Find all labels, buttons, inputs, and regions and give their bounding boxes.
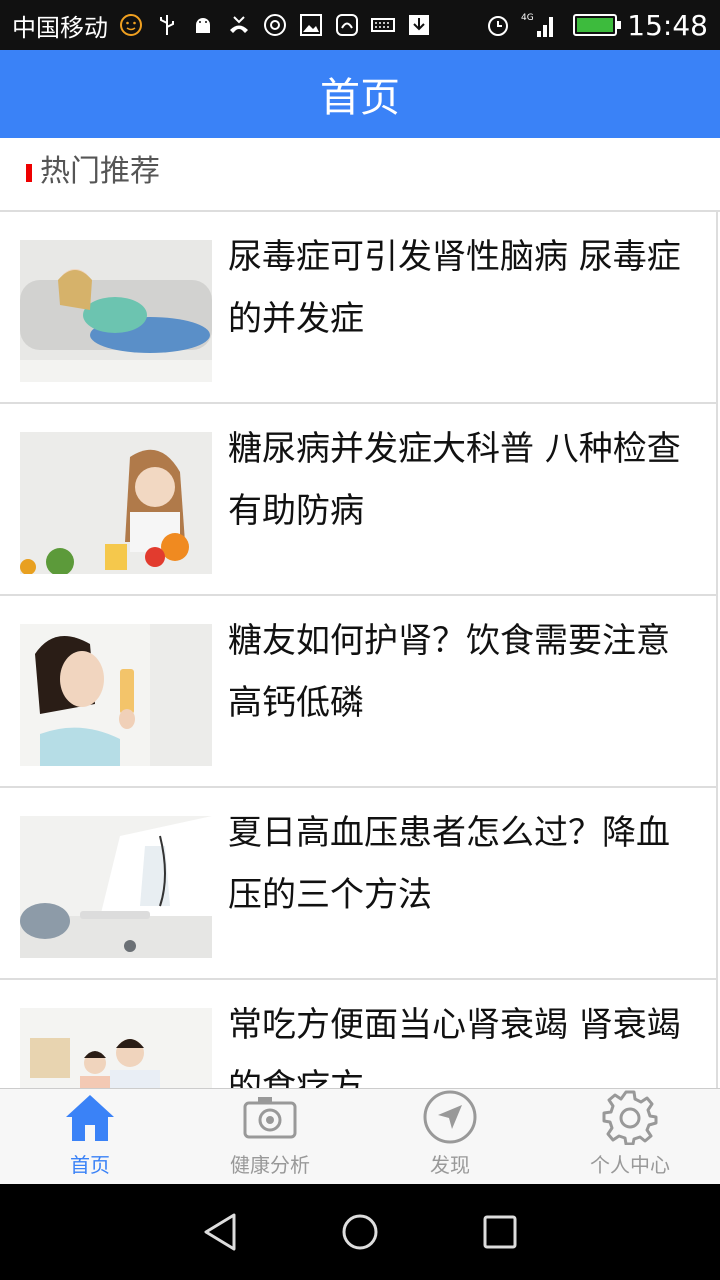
tab-label: 发现: [430, 1153, 470, 1177]
home-button[interactable]: [336, 1208, 384, 1256]
camera-icon: [243, 1097, 297, 1139]
tab-label: 健康分析: [230, 1153, 310, 1177]
tab-profile[interactable]: 个人中心: [540, 1089, 720, 1184]
list-item[interactable]: 尿毒症可引发肾性脑病 尿毒症的并发症: [0, 212, 718, 404]
gear-icon: [602, 1090, 658, 1145]
tab-label: 首页: [70, 1153, 110, 1177]
keyboard-icon: [370, 12, 396, 38]
notification-icons: [118, 12, 442, 38]
battery-icon: [573, 14, 622, 36]
article-thumbnail: [20, 624, 212, 766]
clock: 15:48: [627, 8, 708, 42]
tab-health-analysis[interactable]: 健康分析: [180, 1089, 360, 1184]
tab-discover[interactable]: 发现: [360, 1089, 540, 1184]
alarm-icon: [485, 12, 511, 38]
carrier-label: 中国移动: [12, 13, 108, 42]
list-item[interactable]: 糖友如何护肾？饮食需要注意高钙低磷: [0, 596, 718, 788]
article-title: 夏日高血压患者怎么过？降血压的三个方法: [228, 813, 670, 915]
list-item[interactable]: 糖尿病并发症大科普 八种检查有助防病: [0, 404, 718, 596]
bottom-navigation: 首页 健康分析 发现 个人中心: [0, 1088, 720, 1184]
article-title: 糖友如何护肾？饮食需要注意高钙低磷: [228, 621, 670, 723]
status-bar: 中国移动 4G 15:48: [0, 0, 720, 50]
tab-home[interactable]: 首页: [0, 1089, 180, 1184]
android-icon: [190, 12, 216, 38]
square-recents-icon: [483, 1215, 517, 1249]
compass-icon: [423, 1090, 477, 1144]
tab-label: 个人中心: [590, 1153, 670, 1177]
section-header: 热门推荐: [0, 138, 720, 212]
phone-missed-icon: [226, 12, 252, 38]
list-item[interactable]: 常吃方便面当心肾衰竭 肾衰竭的食疗方: [0, 980, 718, 1088]
section-accent-bar: [26, 164, 32, 182]
image-icon: [298, 12, 324, 38]
page-title: 首页: [320, 75, 400, 121]
usb-icon: [154, 12, 180, 38]
system-navigation-bar: [0, 1184, 720, 1280]
back-button[interactable]: [196, 1208, 244, 1256]
article-thumbnail: [20, 1008, 212, 1088]
app-header: 首页: [0, 50, 720, 138]
back-icon: [204, 1213, 236, 1251]
home-icon: [66, 1095, 114, 1141]
article-thumbnail: [20, 240, 212, 382]
article-list[interactable]: 尿毒症可引发肾性脑病 尿毒症的并发症 糖尿病并发症大科普 八种检查有助防病 糖友…: [0, 212, 720, 1088]
article-thumbnail: [20, 816, 212, 958]
list-item[interactable]: 夏日高血压患者怎么过？降血压的三个方法: [0, 788, 718, 980]
download-icon: [406, 12, 432, 38]
article-title: 尿毒症可引发肾性脑病 尿毒症的并发症: [228, 237, 681, 339]
system-status: 4G 15:48: [485, 9, 708, 42]
recents-button[interactable]: [476, 1208, 524, 1256]
article-title: 糖尿病并发症大科普 八种检查有助防病: [228, 429, 681, 531]
article-thumbnail: [20, 432, 212, 574]
smiley-icon: [118, 12, 144, 38]
article-title: 常吃方便面当心肾衰竭 肾衰竭的食疗方: [228, 1005, 681, 1088]
network-label: 4G: [521, 13, 534, 23]
huawei-icon: [334, 12, 360, 38]
circle-home-icon: [342, 1214, 378, 1250]
signal-icon: 4G: [521, 12, 557, 38]
section-title: 热门推荐: [40, 154, 160, 189]
app-icon: [262, 12, 288, 38]
